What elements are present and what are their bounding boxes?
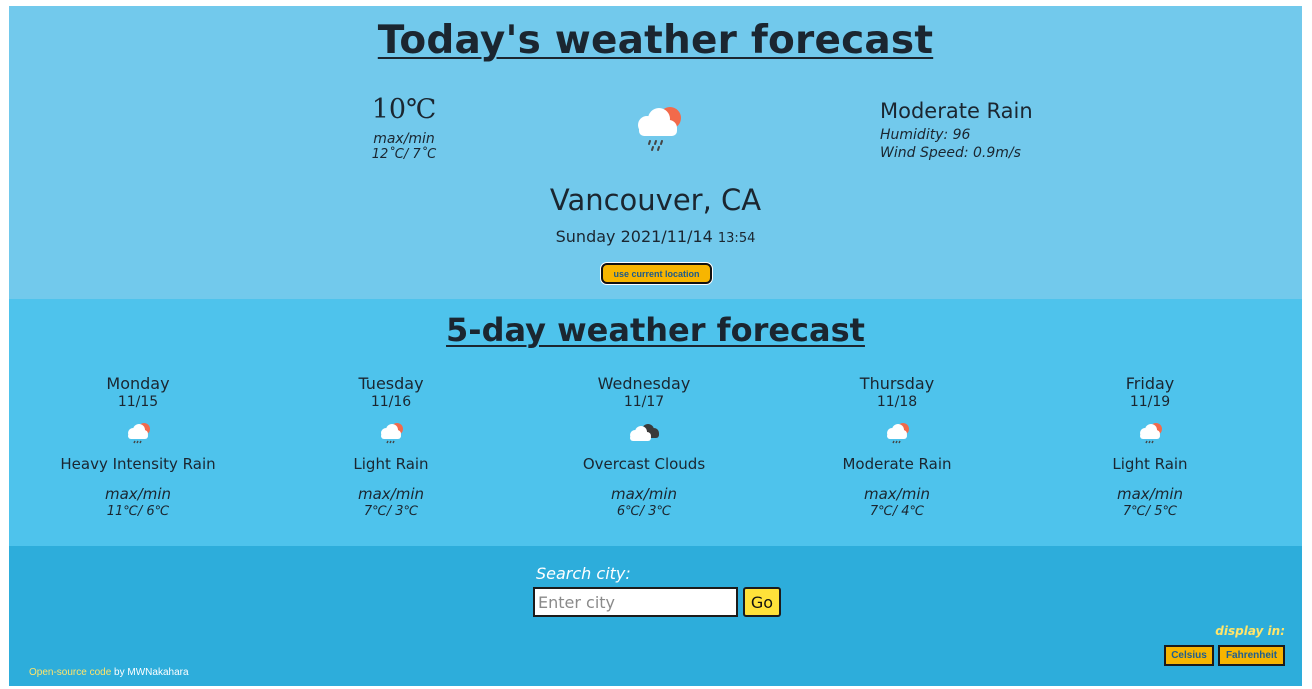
celsius-button[interactable]: Celsius [1164,645,1214,666]
forecast-day-tuesday: Tuesday 11/16 Light Rain max/min 7℃/ 3℃ [291,374,491,519]
day-maxmin-label: max/min [357,485,425,503]
search-city-label: Search city: [536,564,631,583]
day-maxmin-value: 7℃/ 5℃ [1122,504,1178,519]
display-units-label: display in: [1215,624,1285,638]
wind-speed-text: Wind Speed: 0.9m/s [880,145,1021,161]
day-date: 11/17 [623,394,665,410]
rain-cloud-sun-icon [1140,423,1162,444]
city-name: Vancouver, CA [549,183,762,217]
day-name: Wednesday [597,374,691,393]
rain-cloud-sun-icon [887,423,909,444]
day-description: Overcast Clouds [582,455,706,473]
day-maxmin-label: max/min [610,485,678,503]
rain-cloud-sun-icon [128,423,150,444]
day-maxmin-value: 7℃/ 3℃ [363,504,419,519]
day-name: Tuesday [358,374,424,393]
today-title: Today's weather forecast [377,18,934,63]
day-description: Moderate Rain [842,455,952,473]
day-name: Thursday [859,374,935,393]
fahrenheit-button[interactable]: Fahrenheit [1218,645,1285,666]
today-section: Today's weather forecast 10℃ max/min 12˚… [9,6,1302,299]
day-maxmin-value: 11℃/ 6℃ [106,504,170,519]
day-date: 11/16 [370,394,412,410]
app-frame: Today's weather forecast 10℃ max/min 12˚… [9,6,1302,686]
author-credit: by MWNakahara [111,667,189,678]
day-description: Light Rain [1112,455,1188,473]
go-button[interactable]: Go [743,587,781,617]
open-source-link[interactable]: Open-source code [29,667,111,678]
maxmin-label: max/min [373,131,435,147]
forecast-day-thursday: Thursday 11/18 Moderate Rain max/min 7℃/… [797,374,997,519]
current-time: 13:54 [717,231,756,246]
day-date: 11/18 [876,394,918,410]
forecast-day-friday: Friday 11/19 Light Rain max/min 7℃/ 5℃ [1050,374,1250,519]
day-maxmin-label: max/min [863,485,931,503]
day-maxmin-value: 6℃/ 3℃ [616,504,672,519]
city-search-input[interactable] [533,587,738,617]
current-temperature: 10℃ [371,94,437,125]
rain-cloud-sun-icon [381,423,403,444]
day-maxmin-label: max/min [104,485,172,503]
weather-description: Moderate Rain [880,99,1033,123]
day-maxmin-label: max/min [1116,485,1184,503]
five-day-title: 5-day weather forecast [446,311,865,349]
rain-cloud-sun-icon [638,107,681,151]
maxmin-value: 12˚C/ 7˚C [371,147,437,162]
forecast-day-wednesday: Wednesday 11/17 Overcast Clouds max/min … [544,374,744,519]
day-description: Light Rain [353,455,429,473]
conditions-block: Moderate Rain Humidity: 96 Wind Speed: 0… [880,99,1033,161]
overcast-clouds-icon [630,424,659,441]
current-date: Sunday 2021/11/14 [555,227,713,246]
use-current-location-button[interactable]: use current location [601,263,712,284]
forecast-day-monday: Monday 11/15 Heavy Intensity Rain max/mi… [38,374,238,519]
temperature-block: 10℃ max/min 12˚C/ 7˚C [369,94,439,162]
day-maxmin-value: 7℃/ 4℃ [869,504,925,519]
day-description: Heavy Intensity Rain [60,455,216,473]
footer-credit: Open-source code by MWNakahara [29,667,189,678]
current-datetime: Sunday 2021/11/14 13:54 [9,227,1302,246]
day-name: Friday [1125,374,1175,393]
day-date: 11/19 [1129,394,1171,410]
day-date: 11/15 [117,394,159,410]
day-name: Monday [106,374,170,393]
search-section: Search city: Go display in: Celsius Fahr… [9,546,1302,686]
humidity-text: Humidity: 96 [880,127,971,143]
five-day-section: 5-day weather forecast Monday 11/15 Heav… [9,299,1302,546]
